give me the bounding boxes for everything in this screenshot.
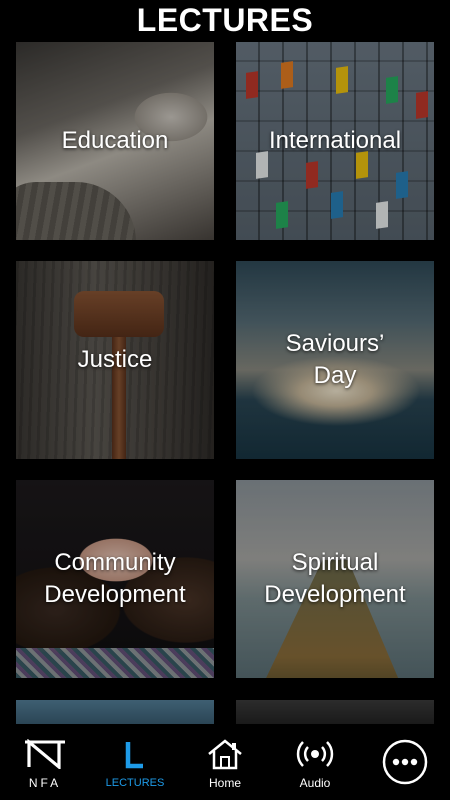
lectures-l-icon bbox=[123, 735, 147, 775]
broadcast-icon bbox=[295, 734, 335, 774]
nav-item-nfa-label: NFA bbox=[28, 776, 62, 790]
nav-item-home[interactable]: Home bbox=[185, 727, 265, 797]
nav-item-home-label: Home bbox=[208, 776, 241, 790]
tile-justice-label: Justice bbox=[77, 346, 153, 373]
nav-item-audio[interactable]: Audio bbox=[275, 727, 355, 797]
tile-spiritual-development[interactable]: Spiritual Development bbox=[236, 480, 434, 678]
nav-item-more[interactable] bbox=[365, 727, 445, 797]
tile-partial-right[interactable] bbox=[236, 700, 434, 724]
bottom-nav: NFA LECTURES Home Audio bbox=[0, 724, 450, 800]
page-title: LECTURES bbox=[136, 1, 314, 38]
tile-partial-left[interactable] bbox=[16, 700, 214, 724]
tile-community-development[interactable]: Community Development bbox=[16, 480, 214, 678]
nav-item-lectures-label: LECTURES bbox=[105, 777, 165, 789]
tile-saviours-day-label: Saviours’ Day bbox=[285, 330, 385, 389]
nav-item-nfa[interactable]: NFA bbox=[5, 727, 85, 797]
tile-international[interactable]: International bbox=[236, 42, 434, 240]
tile-education-label: Education bbox=[61, 127, 169, 154]
tile-community-development-label: Community Development bbox=[44, 549, 186, 608]
tile-justice[interactable]: Justice bbox=[16, 261, 214, 459]
home-icon bbox=[206, 734, 244, 774]
tile-international-label: International bbox=[268, 127, 402, 154]
nav-item-audio-label: Audio bbox=[299, 776, 331, 790]
nav-item-lectures[interactable]: LECTURES bbox=[95, 727, 175, 797]
tile-spiritual-development-label: Spiritual Development bbox=[264, 549, 406, 608]
more-icon bbox=[382, 737, 428, 787]
nfa-logo-icon bbox=[25, 734, 65, 774]
tile-education[interactable]: Education bbox=[16, 42, 214, 240]
tile-saviours-day[interactable]: Saviours’ Day bbox=[236, 261, 434, 459]
app-header: LECTURES bbox=[0, 0, 450, 40]
